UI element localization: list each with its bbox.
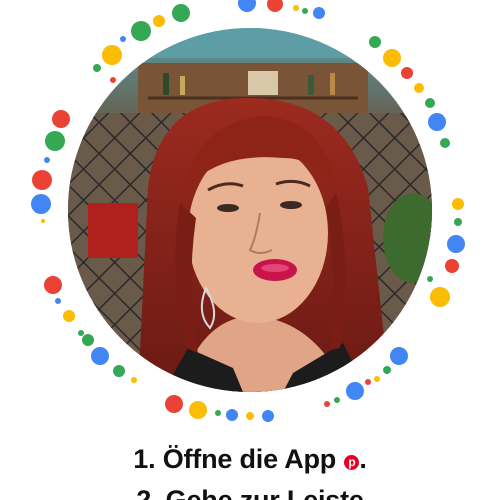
instruction-step-1: 1. Öffne die App p. <box>133 444 367 474</box>
instruction-step-2: 2. Gehe zur Leiste <box>0 485 500 500</box>
instruction-step-2-text: 2. Gehe zur Leiste <box>136 485 364 500</box>
instruction-step-1-text: 1. Öffne die App <box>133 444 337 474</box>
pinterest-logo-icon: p <box>344 455 360 470</box>
profile-photo <box>68 28 432 392</box>
story-frame: 1. Öffne die App p. 2. Gehe zur Leiste <box>0 0 500 500</box>
